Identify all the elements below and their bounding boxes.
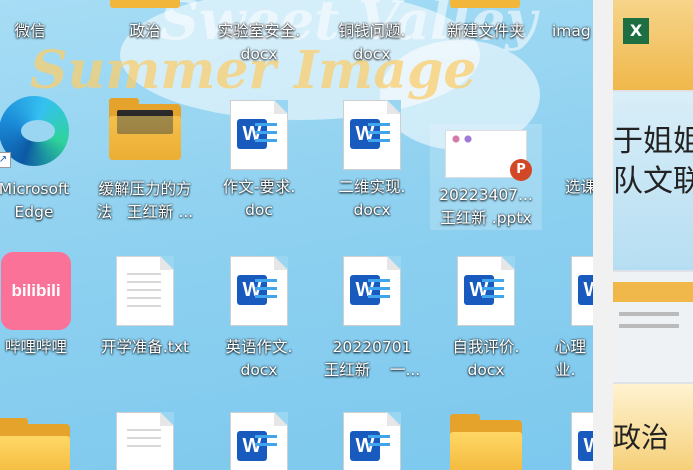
folder-icon bbox=[109, 98, 181, 160]
text-file-icon bbox=[116, 412, 174, 470]
desktop-icon-stress-relief[interactable]: 缓解压力的方 法 王红新 ... bbox=[89, 98, 201, 224]
word-icon: W bbox=[343, 256, 401, 326]
icon-label: 铜钱问题. docx bbox=[338, 22, 406, 63]
icon-label: 心理 业. bbox=[555, 338, 587, 379]
icon-label: 缓解压力的方 法 王红新 ... bbox=[96, 180, 194, 221]
panel-edge bbox=[593, 0, 613, 470]
word-icon: W bbox=[343, 100, 401, 170]
desktop-icon-word-row4a[interactable]: W bbox=[203, 412, 315, 470]
folder-icon bbox=[0, 418, 70, 470]
desktop-icon-wechat[interactable]: 微信 bbox=[0, 20, 86, 43]
desktop[interactable]: Sweet Valley Summer Image 微信 政治 实验室安全. d… bbox=[0, 0, 593, 470]
desktop-icon-course-selection[interactable]: 选课 bbox=[525, 176, 593, 199]
preview-text: 政治 bbox=[613, 421, 670, 454]
word-icon: W bbox=[571, 412, 593, 470]
preview-tile: X bbox=[613, 0, 693, 90]
desktop-icon-word-row4b[interactable]: W bbox=[316, 412, 428, 470]
text-file-icon bbox=[116, 256, 174, 326]
icon-label: 选课 bbox=[565, 178, 593, 196]
preview-text: 队文联 bbox=[613, 164, 693, 199]
desktop-icon-word-row4c[interactable]: W bbox=[525, 412, 593, 470]
desktop-icon-bilibili[interactable]: bilibili 哔哩哔哩 bbox=[0, 252, 92, 359]
side-panel-preview[interactable]: X 于姐姐 队文联 政治 bbox=[593, 0, 693, 470]
preview-tile bbox=[613, 272, 693, 382]
desktop-icon-essay-requirements[interactable]: W 作文-要求. doc bbox=[203, 100, 315, 222]
word-icon: W bbox=[343, 412, 401, 470]
icon-label: Microsoft Edge bbox=[0, 180, 70, 221]
desktop-icon-coin-problem[interactable]: 铜钱问题. docx bbox=[316, 20, 428, 66]
desktop-icon-20220701[interactable]: W 20220701 王红新 一... bbox=[316, 256, 428, 382]
desktop-icon-text-row4[interactable] bbox=[89, 412, 201, 470]
desktop-icon-edge[interactable]: ↗ Microsoft Edge bbox=[0, 96, 90, 224]
desktop-icon-psychology-homework[interactable]: W 心理 业. bbox=[525, 256, 593, 382]
word-icon: W bbox=[571, 256, 593, 326]
preview-text: 于姐姐 bbox=[613, 124, 693, 159]
icon-label: 英语作文. docx bbox=[225, 338, 293, 379]
icon-label: imag bbox=[552, 22, 591, 40]
icon-label: 20220701 王红新 一... bbox=[323, 338, 421, 379]
word-icon: W bbox=[230, 412, 288, 470]
icon-label: 作文-要求. doc bbox=[222, 178, 296, 219]
word-icon: W bbox=[457, 256, 515, 326]
word-icon: W bbox=[230, 100, 288, 170]
icon-label: 哔哩哔哩 bbox=[4, 338, 67, 356]
folder-icon bbox=[110, 0, 180, 8]
folder-icon bbox=[450, 414, 522, 470]
desktop-icon-images[interactable]: imag bbox=[525, 20, 593, 43]
desktop-icon-english-essay[interactable]: W 英语作文. docx bbox=[203, 256, 315, 382]
desktop-icon-politics-folder[interactable]: 政治 bbox=[89, 20, 201, 43]
icon-label: 开学准备.txt bbox=[100, 338, 190, 356]
folder-icon bbox=[450, 0, 520, 8]
desktop-icon-folder-row4[interactable] bbox=[0, 418, 90, 470]
edge-icon: ↗ bbox=[0, 96, 69, 168]
bilibili-icon: bilibili bbox=[1, 252, 71, 330]
word-icon: W bbox=[230, 256, 288, 326]
icon-label: 实验室安全. docx bbox=[217, 22, 301, 63]
desktop-icon-2d-implementation[interactable]: W 二维实现. docx bbox=[316, 100, 428, 222]
icon-label: 微信 bbox=[14, 22, 46, 40]
shortcut-arrow-icon: ↗ bbox=[0, 152, 11, 168]
preview-tile: 政治 bbox=[613, 384, 693, 470]
desktop-icon-school-prep-txt[interactable]: 开学准备.txt bbox=[89, 256, 201, 359]
powerpoint-icon: P bbox=[445, 130, 532, 181]
icon-label: 二维实现. docx bbox=[338, 178, 406, 219]
desktop-icon-lab-safety[interactable]: 实验室安全. docx bbox=[203, 20, 315, 66]
preview-tile: 于姐姐 队文联 bbox=[613, 92, 693, 270]
excel-icon: X bbox=[623, 18, 649, 44]
icon-label: 政治 bbox=[129, 22, 161, 40]
